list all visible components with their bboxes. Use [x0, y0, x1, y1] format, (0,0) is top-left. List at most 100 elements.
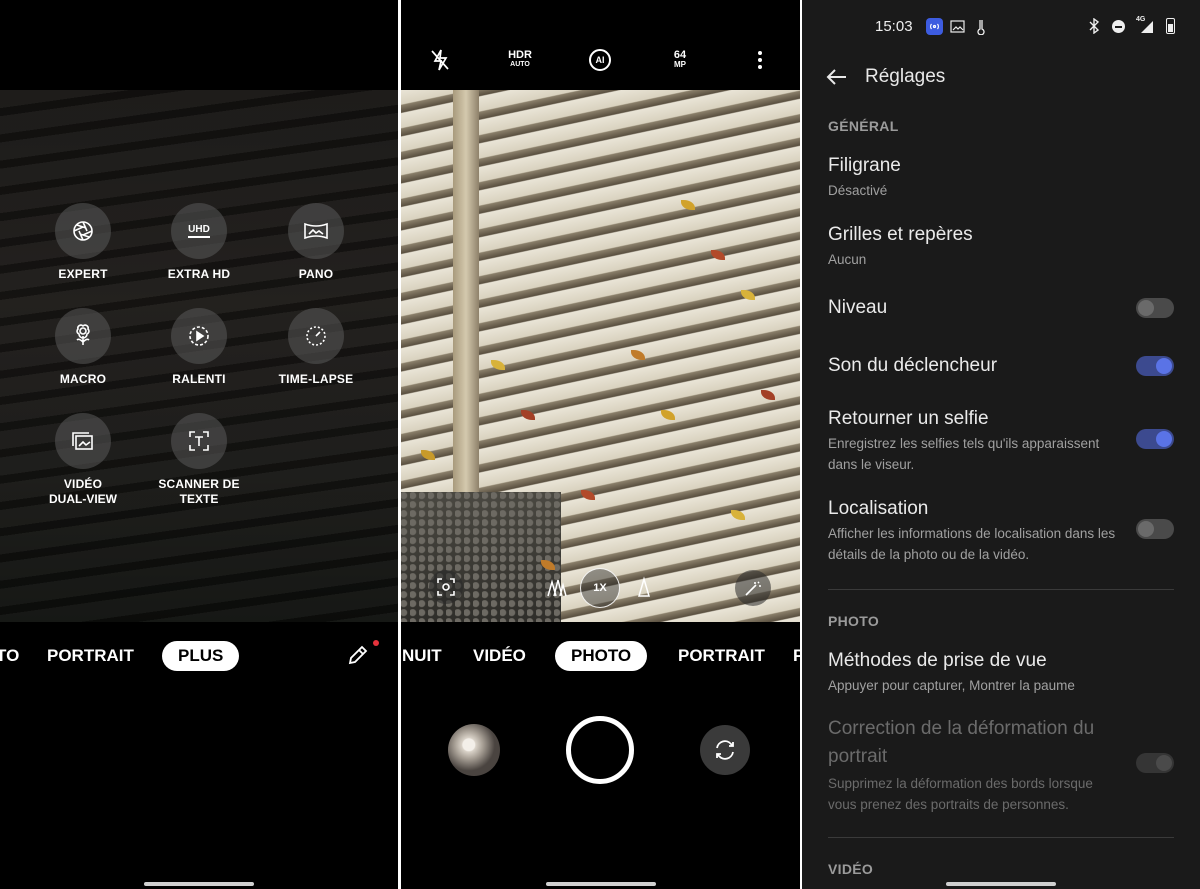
mode-tab-nuit[interactable]: NUIT: [402, 641, 442, 671]
mode-macro[interactable]: MACRO: [28, 308, 138, 387]
uhd-text: UHD: [188, 224, 210, 238]
hdr-label: HDR: [508, 49, 532, 61]
leaf: [741, 290, 755, 300]
ai-button[interactable]: AI: [588, 46, 612, 74]
home-indicator[interactable]: [545, 882, 656, 886]
do-not-disturb-icon: [1112, 20, 1125, 33]
setting-niveau: Niveau: [828, 296, 1178, 320]
setting-son-declencheur: Son du déclencheur: [828, 354, 1178, 378]
flash-off-icon[interactable]: [427, 46, 453, 74]
setting-methodes-prise-de-vue[interactable]: Méthodes de prise de vue Appuyer pour ca…: [828, 649, 1178, 696]
dual-view-icon: [55, 413, 111, 469]
leaf: [731, 510, 745, 520]
zoom-1x-button[interactable]: 1X: [580, 568, 620, 608]
divider: [828, 837, 1174, 838]
battery-fill: [1168, 24, 1173, 32]
leaf: [681, 200, 695, 210]
pencil-icon[interactable]: [347, 644, 369, 671]
mode-tab-photo[interactable]: PHOTO: [555, 641, 648, 671]
mode-tab-portrait[interactable]: PORTRAIT: [47, 641, 134, 671]
lens-scan-icon[interactable]: [429, 570, 463, 604]
mode-text-scanner[interactable]: SCANNER DE TEXTE: [144, 413, 254, 507]
mode-ralenti[interactable]: RALENTI: [144, 308, 254, 387]
flip-camera-icon[interactable]: [700, 725, 750, 775]
mode-bar: TO PORTRAIT PLUS: [0, 636, 398, 676]
battery-icon: [1166, 18, 1175, 34]
setting-title: Retourner un selfie: [828, 408, 989, 429]
setting-grilles[interactable]: Grilles et repères Aucun: [828, 223, 1178, 270]
setting-title: Son du déclencheur: [828, 355, 998, 376]
gallery-thumbnail[interactable]: [448, 724, 500, 776]
toggle-thumb: [1138, 300, 1154, 316]
son-declencheur-toggle[interactable]: [1136, 356, 1174, 376]
divider: [828, 589, 1174, 590]
mode-label-line2: DUAL-VIEW: [49, 492, 117, 506]
toggle-thumb: [1156, 358, 1172, 374]
setting-title: Filigrane: [828, 155, 901, 176]
mode-extra-hd[interactable]: UHD EXTRA HD: [144, 203, 254, 282]
setting-title: Méthodes de prise de vue: [828, 650, 1047, 671]
setting-retourner-selfie: Retourner un selfie Enregistrez les self…: [828, 407, 1178, 475]
resolution-64mp-button[interactable]: 64 MP: [667, 46, 693, 74]
viewfinder[interactable]: [401, 90, 800, 622]
mode-tab-partial[interactable]: TO: [0, 641, 19, 671]
shutter-button[interactable]: [566, 716, 634, 784]
setting-filigrane[interactable]: Filigrane Désactivé: [828, 154, 1178, 201]
resolution-sub-label: MP: [674, 60, 686, 69]
toggle-thumb: [1156, 431, 1172, 447]
mode-label: VIDÉO: [63, 477, 103, 491]
toggle-thumb: [1156, 755, 1172, 771]
mode-pano[interactable]: PANO: [261, 203, 371, 282]
leaf: [761, 390, 775, 400]
mode-label: MACRO: [59, 372, 107, 386]
ai-label: AI: [589, 49, 611, 71]
setting-title: Localisation: [828, 498, 929, 519]
setting-value: Appuyer pour capturer, Montrer la paume: [828, 678, 1075, 693]
temperature-icon: [976, 18, 986, 40]
tele-icon[interactable]: [636, 576, 652, 603]
zoom-selector: 1X: [542, 566, 660, 610]
mode-tab-partial[interactable]: P: [793, 641, 800, 671]
correction-deformation-toggle: [1136, 753, 1174, 773]
mode-video-dual-view[interactable]: VIDÉO DUAL-VIEW: [28, 413, 138, 507]
settings-panel: 15:03 4G Réglages GÉNÉRAL Filigrane Désa…: [802, 0, 1200, 889]
mode-label: EXTRA HD: [167, 267, 231, 281]
wide-angle-icon[interactable]: [546, 576, 568, 603]
status-time: 15:03: [875, 18, 913, 35]
notification-dot: [373, 640, 379, 646]
niveau-toggle[interactable]: [1136, 298, 1174, 318]
camera-modes-panel: EXPERT UHD EXTRA HD PANO MACRO RALENTI T…: [0, 0, 398, 889]
magic-wand-icon[interactable]: [735, 570, 771, 606]
mode-tab-video[interactable]: VIDÉO: [473, 641, 526, 671]
mode-label: TIME-LAPSE: [278, 372, 354, 386]
bluetooth-icon: [1088, 17, 1100, 39]
setting-title: Niveau: [828, 297, 888, 318]
timelapse-icon: [288, 308, 344, 364]
leaf: [421, 450, 435, 460]
camera-viewfinder-panel: HDR AUTO AI 64 MP 1X NUIT VIDÉO PHOTO PO…: [401, 0, 800, 889]
mode-expert[interactable]: EXPERT: [28, 203, 138, 282]
page-title: Réglages: [865, 66, 946, 87]
setting-correction-deformation: Correction de la déformation du portrait…: [828, 715, 1178, 815]
hdr-auto-button[interactable]: HDR AUTO: [505, 46, 535, 74]
setting-value: Aucun: [828, 252, 867, 267]
home-indicator[interactable]: [946, 882, 1056, 886]
leaf: [711, 250, 725, 260]
mode-tab-portrait[interactable]: PORTRAIT: [678, 641, 765, 671]
setting-description: Supprimez la déformation des bords lorsq…: [828, 776, 1093, 812]
setting-value: Désactivé: [828, 183, 888, 198]
localisation-toggle[interactable]: [1136, 519, 1174, 539]
uhd-icon: UHD: [171, 203, 227, 259]
leaf: [521, 410, 535, 420]
back-arrow-icon[interactable]: [826, 68, 848, 91]
retourner-selfie-toggle[interactable]: [1136, 429, 1174, 449]
mode-tab-plus[interactable]: PLUS: [162, 641, 240, 671]
home-indicator[interactable]: [144, 882, 254, 886]
setting-title: Correction de la déformation du portrait: [828, 718, 1095, 767]
leaf: [491, 360, 505, 370]
more-vertical-icon[interactable]: [755, 46, 765, 74]
setting-description: Enregistrez les selfies tels qu'ils appa…: [828, 436, 1100, 472]
leaf: [631, 350, 645, 360]
mode-bar: NUIT VIDÉO PHOTO PORTRAIT P: [401, 636, 800, 676]
mode-timelapse[interactable]: TIME-LAPSE: [261, 308, 371, 387]
